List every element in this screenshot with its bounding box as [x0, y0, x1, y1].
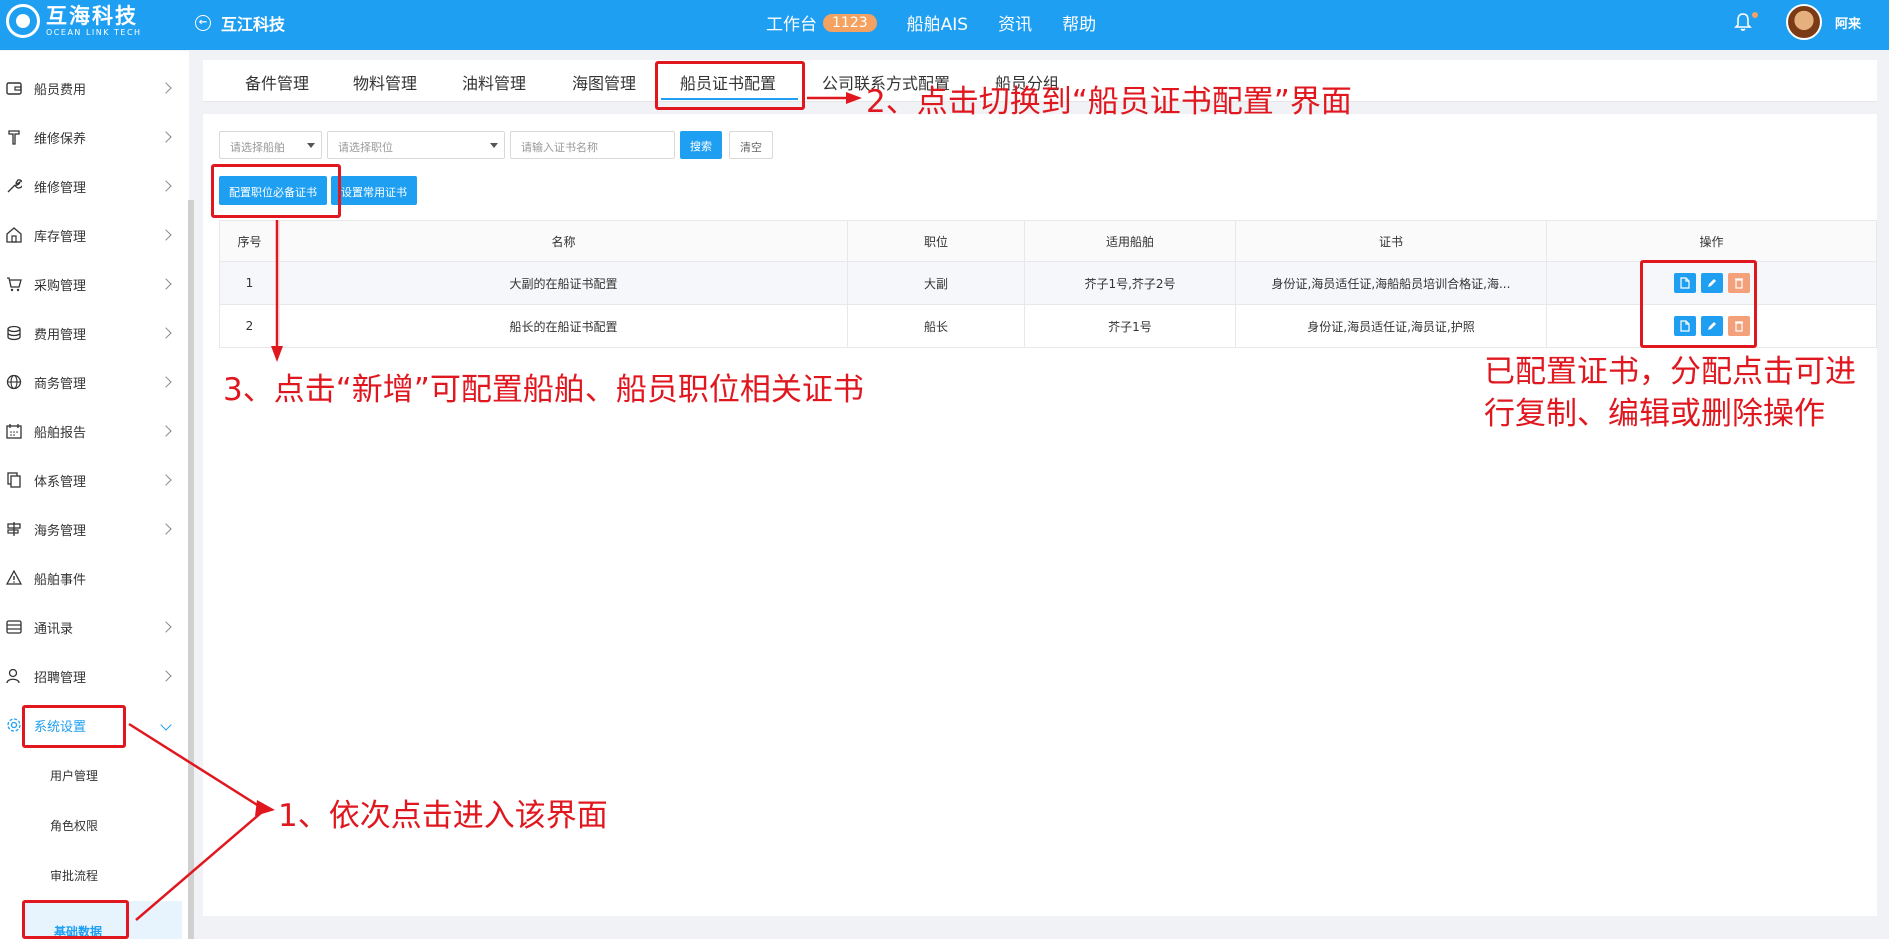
annotation-step1: 1、依次点击进入该界面	[278, 798, 608, 834]
annotation-ops-note-line1: 已配置证书，分配点击可进	[1484, 354, 1856, 390]
annotation-step3: 3、点击“新增”可配置船舶、船员职位相关证书	[223, 372, 864, 408]
annotation-ops-note-line2: 行复制、编辑或删除操作	[1484, 396, 1825, 432]
annotation-step2: 2、点击切换到“船员证书配置”界面	[866, 84, 1352, 120]
